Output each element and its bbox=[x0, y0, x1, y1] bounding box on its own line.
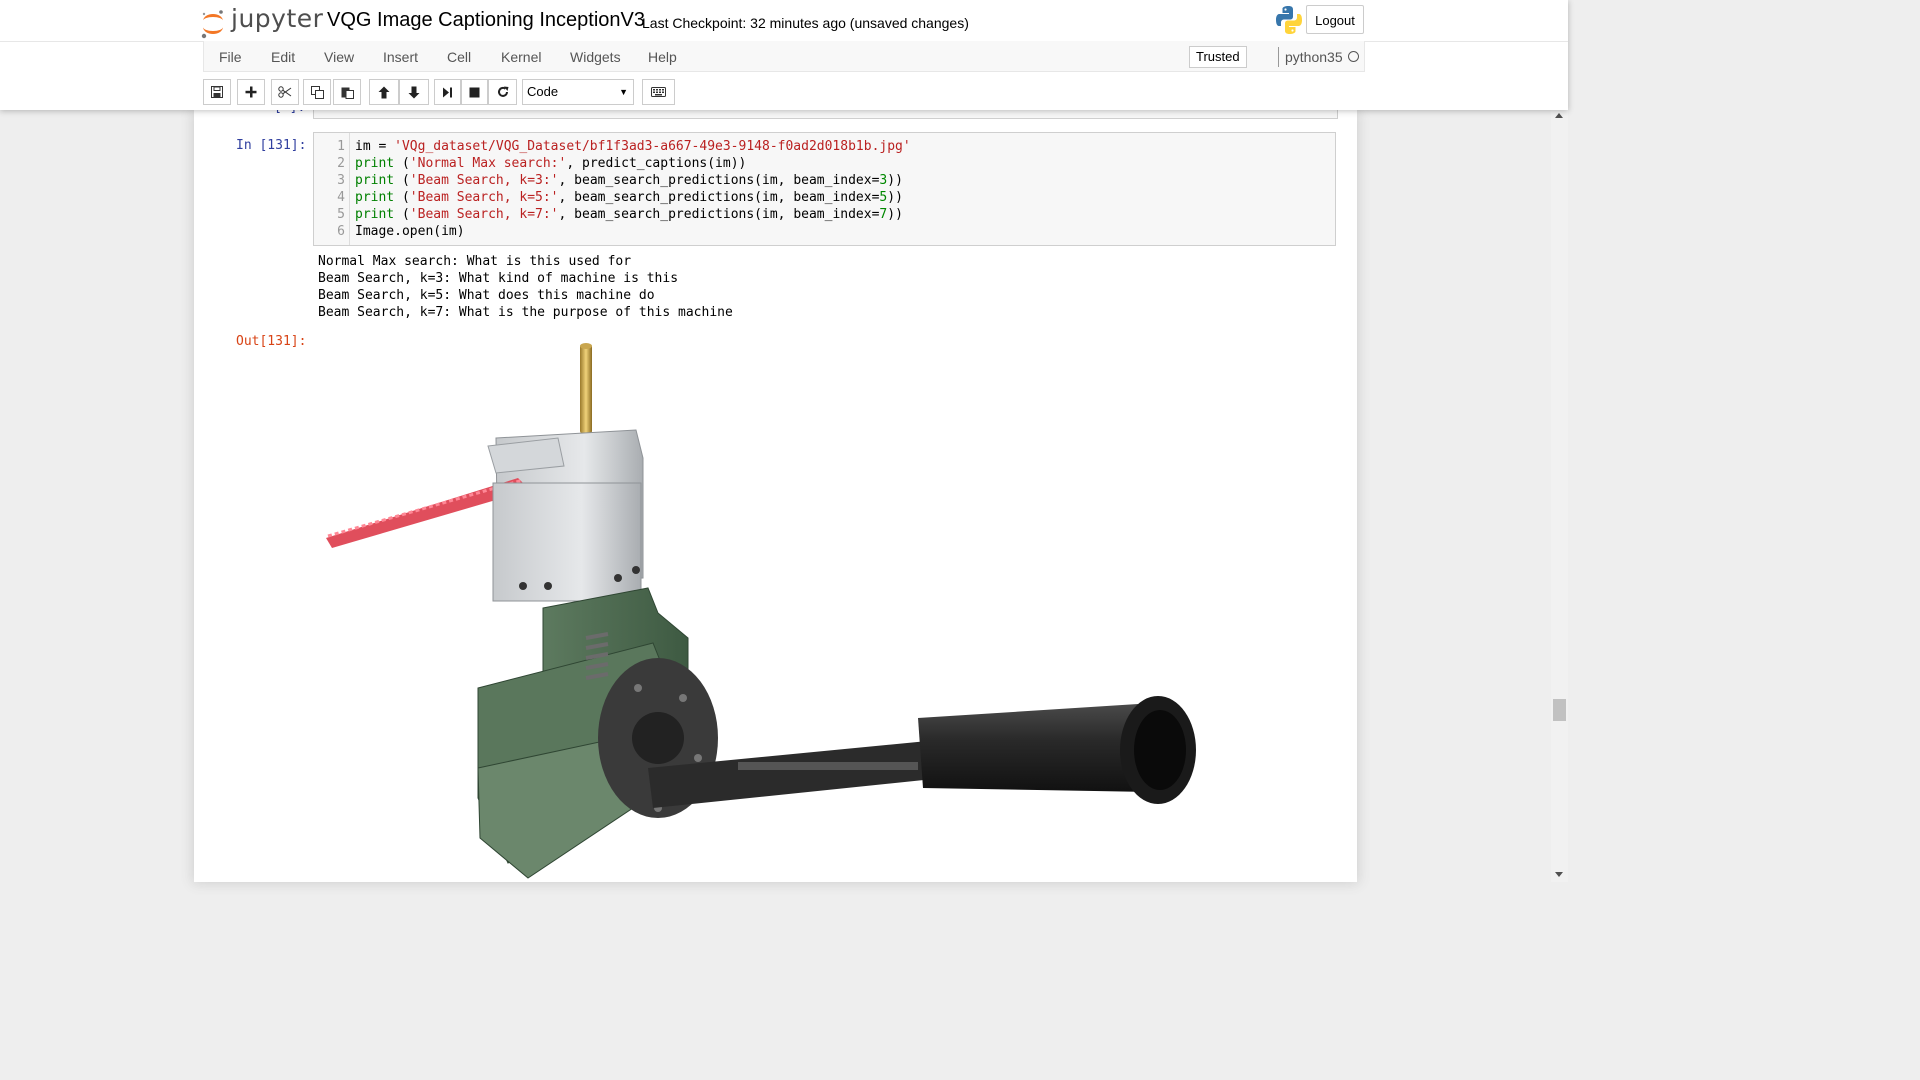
plus-icon bbox=[245, 86, 257, 98]
keyboard-icon bbox=[651, 87, 666, 97]
move-up-button[interactable] bbox=[369, 79, 399, 105]
previous-cell-prompt: [ ]: bbox=[274, 110, 305, 115]
stop-icon bbox=[469, 87, 480, 97]
scroll-thumb[interactable] bbox=[1553, 699, 1566, 721]
menu-kernel[interactable]: Kernel bbox=[501, 49, 541, 65]
save-button[interactable] bbox=[203, 79, 231, 105]
menu-edit[interactable]: Edit bbox=[271, 49, 295, 65]
restart-kernel-button[interactable] bbox=[488, 79, 517, 105]
menu-cell[interactable]: Cell bbox=[447, 49, 471, 65]
code-line: print ('Beam Search, k=3:', beam_search_… bbox=[355, 173, 903, 188]
move-down-button[interactable] bbox=[399, 79, 429, 105]
code-line: print ('Beam Search, k=5:', beam_search_… bbox=[355, 190, 903, 205]
chevron-down-icon: ▼ bbox=[619, 87, 628, 97]
kernel-name[interactable]: python35 bbox=[1285, 49, 1343, 65]
trusted-indicator[interactable]: Trusted bbox=[1189, 46, 1247, 68]
header-top-bar: jupyter VQG Image Captioning InceptionV3… bbox=[0, 0, 1568, 42]
toolbar: Code ▼ bbox=[203, 72, 1365, 110]
menubar: File Edit View Insert Cell Kernel Widget… bbox=[203, 41, 1365, 72]
code-editor[interactable]: 1 2 3 4 5 6 im = 'VQg_dataset/VQG_Datase… bbox=[313, 132, 1336, 246]
insert-cell-button[interactable] bbox=[237, 79, 265, 105]
cut-icon bbox=[278, 86, 292, 98]
stdout-line: Beam Search, k=3: What kind of machine i… bbox=[318, 271, 679, 286]
stdout-output: Normal Max search: What is this used for… bbox=[318, 253, 733, 321]
code-line: Image.open(im) bbox=[355, 224, 465, 239]
notebook-container: [ ]: In [131]: 1 2 3 4 5 6 im = 'VQg_dat… bbox=[194, 110, 1357, 882]
run-cell-button[interactable] bbox=[434, 79, 461, 105]
stdout-line: Beam Search, k=7: What is the purpose of… bbox=[318, 305, 733, 320]
logout-button[interactable]: Logout bbox=[1306, 5, 1364, 34]
line-number: 3 bbox=[337, 173, 345, 188]
logo-text: jupyter bbox=[231, 4, 324, 33]
stdout-line: Beam Search, k=5: What does this machine… bbox=[318, 288, 655, 303]
code-line: im = 'VQg_dataset/VQG_Dataset/bf1f3ad3-a… bbox=[355, 139, 911, 154]
interrupt-button[interactable] bbox=[461, 79, 488, 105]
page-scrollbar[interactable] bbox=[1551, 110, 1568, 882]
output-prompt: Out[131]: bbox=[236, 334, 307, 349]
line-number: 5 bbox=[337, 207, 345, 222]
copy-icon bbox=[310, 85, 324, 99]
scroll-down-icon[interactable] bbox=[1555, 872, 1563, 877]
menu-view[interactable]: View bbox=[324, 49, 354, 65]
cell-type-select[interactable]: Code ▼ bbox=[522, 79, 634, 105]
scroll-up-icon[interactable] bbox=[1555, 113, 1563, 118]
arrow-up-icon bbox=[378, 86, 390, 98]
save-icon bbox=[211, 86, 223, 98]
output-image bbox=[318, 338, 1198, 882]
kernel-idle-icon bbox=[1348, 51, 1359, 62]
kernel-separator bbox=[1278, 47, 1279, 67]
notebook-header: jupyter VQG Image Captioning InceptionV3… bbox=[0, 0, 1568, 110]
command-palette-button[interactable] bbox=[642, 79, 675, 105]
line-number: 6 bbox=[337, 224, 345, 239]
menu-insert[interactable]: Insert bbox=[383, 49, 418, 65]
stdout-line: Normal Max search: What is this used for bbox=[318, 254, 632, 269]
jupyter-logo[interactable]: jupyter bbox=[200, 4, 323, 39]
cell-type-value: Code bbox=[527, 84, 559, 99]
menu-widgets[interactable]: Widgets bbox=[570, 49, 621, 65]
restart-icon bbox=[497, 86, 508, 97]
menu-file[interactable]: File bbox=[219, 49, 242, 65]
line-number: 4 bbox=[337, 190, 345, 205]
line-number: 1 bbox=[337, 139, 345, 154]
cut-button[interactable] bbox=[271, 79, 299, 105]
input-prompt: In [131]: bbox=[236, 138, 307, 153]
arrow-down-icon bbox=[408, 86, 420, 98]
code-line: print ('Beam Search, k=7:', beam_search_… bbox=[355, 207, 903, 222]
previous-cell-input[interactable] bbox=[313, 110, 1338, 119]
step-forward-icon bbox=[443, 87, 452, 97]
notebook-title[interactable]: VQG Image Captioning InceptionV3 bbox=[327, 9, 645, 32]
code-line: print ('Normal Max search:', predict_cap… bbox=[355, 156, 747, 171]
copy-button[interactable] bbox=[303, 79, 331, 105]
python-logo-icon bbox=[1275, 5, 1303, 35]
line-number-gutter: 1 2 3 4 5 6 bbox=[314, 133, 350, 245]
checkpoint-status: Last Checkpoint: 32 minutes ago (unsaved… bbox=[642, 15, 969, 31]
paste-icon bbox=[341, 87, 354, 99]
jupyter-logo-icon bbox=[201, 10, 223, 39]
menu-help[interactable]: Help bbox=[648, 49, 677, 65]
line-number: 2 bbox=[337, 156, 345, 171]
paste-button[interactable] bbox=[333, 79, 361, 105]
